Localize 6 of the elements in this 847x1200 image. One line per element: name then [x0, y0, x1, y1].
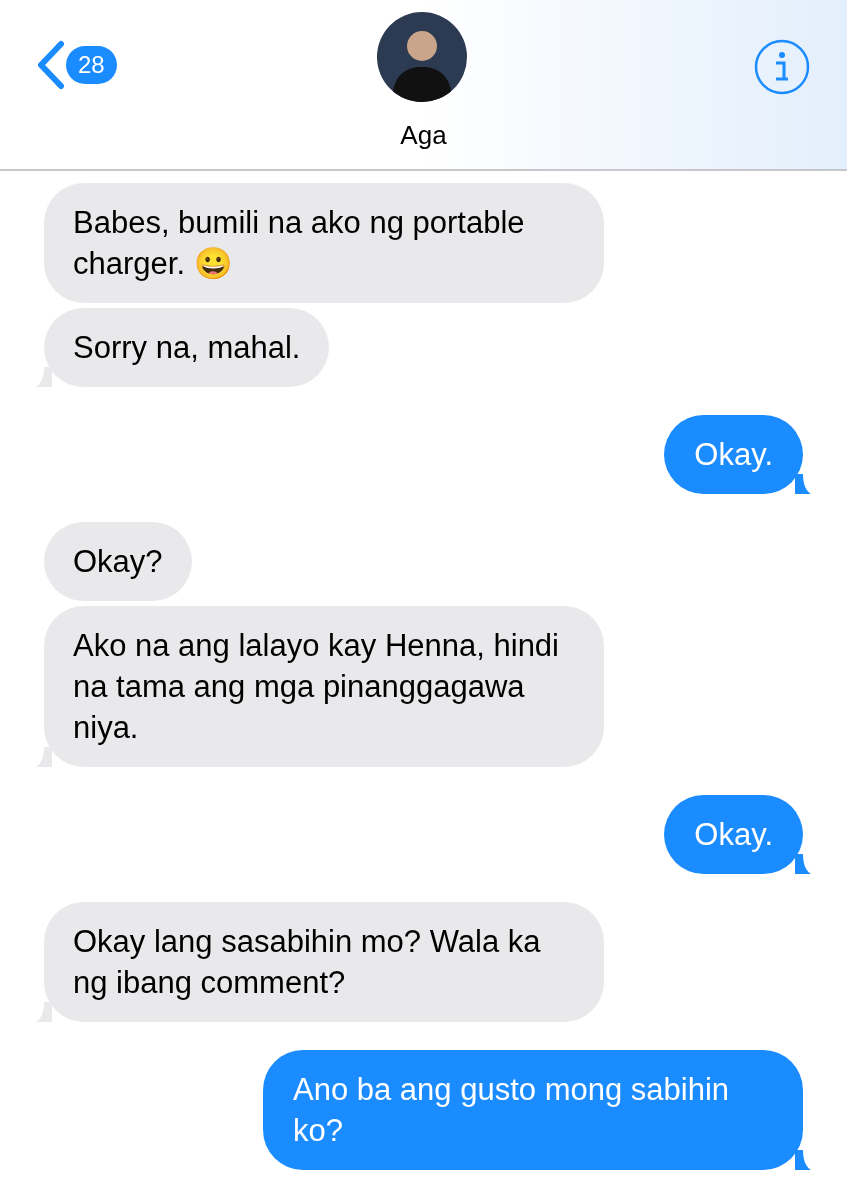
- back-icon[interactable]: [35, 40, 65, 90]
- unread-count-badge[interactable]: 28: [66, 46, 117, 84]
- contact-name: Aga: [399, 119, 448, 152]
- message-bubble: Okay?: [44, 522, 192, 601]
- info-icon[interactable]: [754, 39, 810, 95]
- message-bubble: Babes, bumili na ako ng portable charger. 😀: [44, 183, 604, 303]
